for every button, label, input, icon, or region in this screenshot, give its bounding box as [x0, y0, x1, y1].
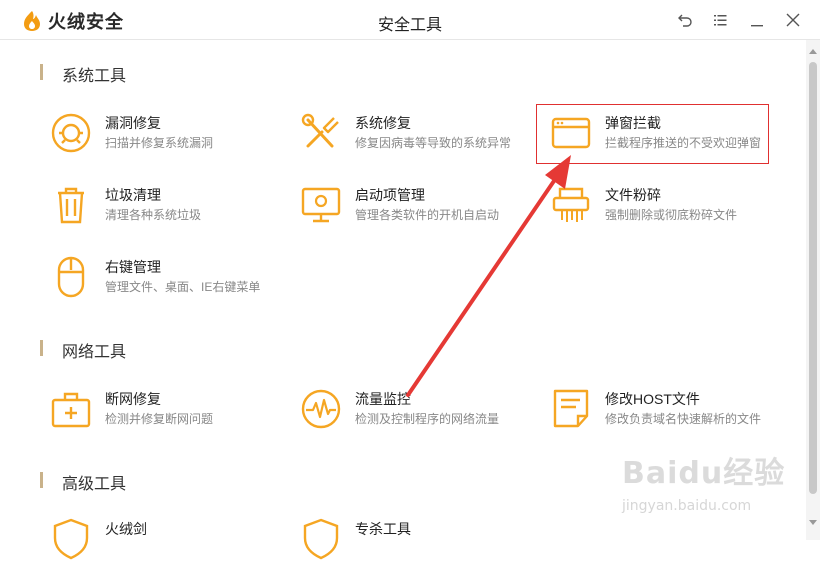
watermark-logo: Baidu经验: [622, 456, 786, 491]
watermark-url: jingyan.baidu.com: [622, 498, 752, 514]
scroll-down-button[interactable]: [806, 516, 820, 530]
scroll-up-button[interactable]: [806, 44, 820, 58]
arrow-up-icon: [809, 49, 817, 54]
scroll-thumb[interactable]: [809, 62, 817, 494]
vertical-scrollbar[interactable]: [806, 40, 820, 540]
arrow-down-icon: [809, 520, 817, 525]
baidu-watermark: Baidu经验 jingyan.baidu.com: [622, 448, 802, 528]
